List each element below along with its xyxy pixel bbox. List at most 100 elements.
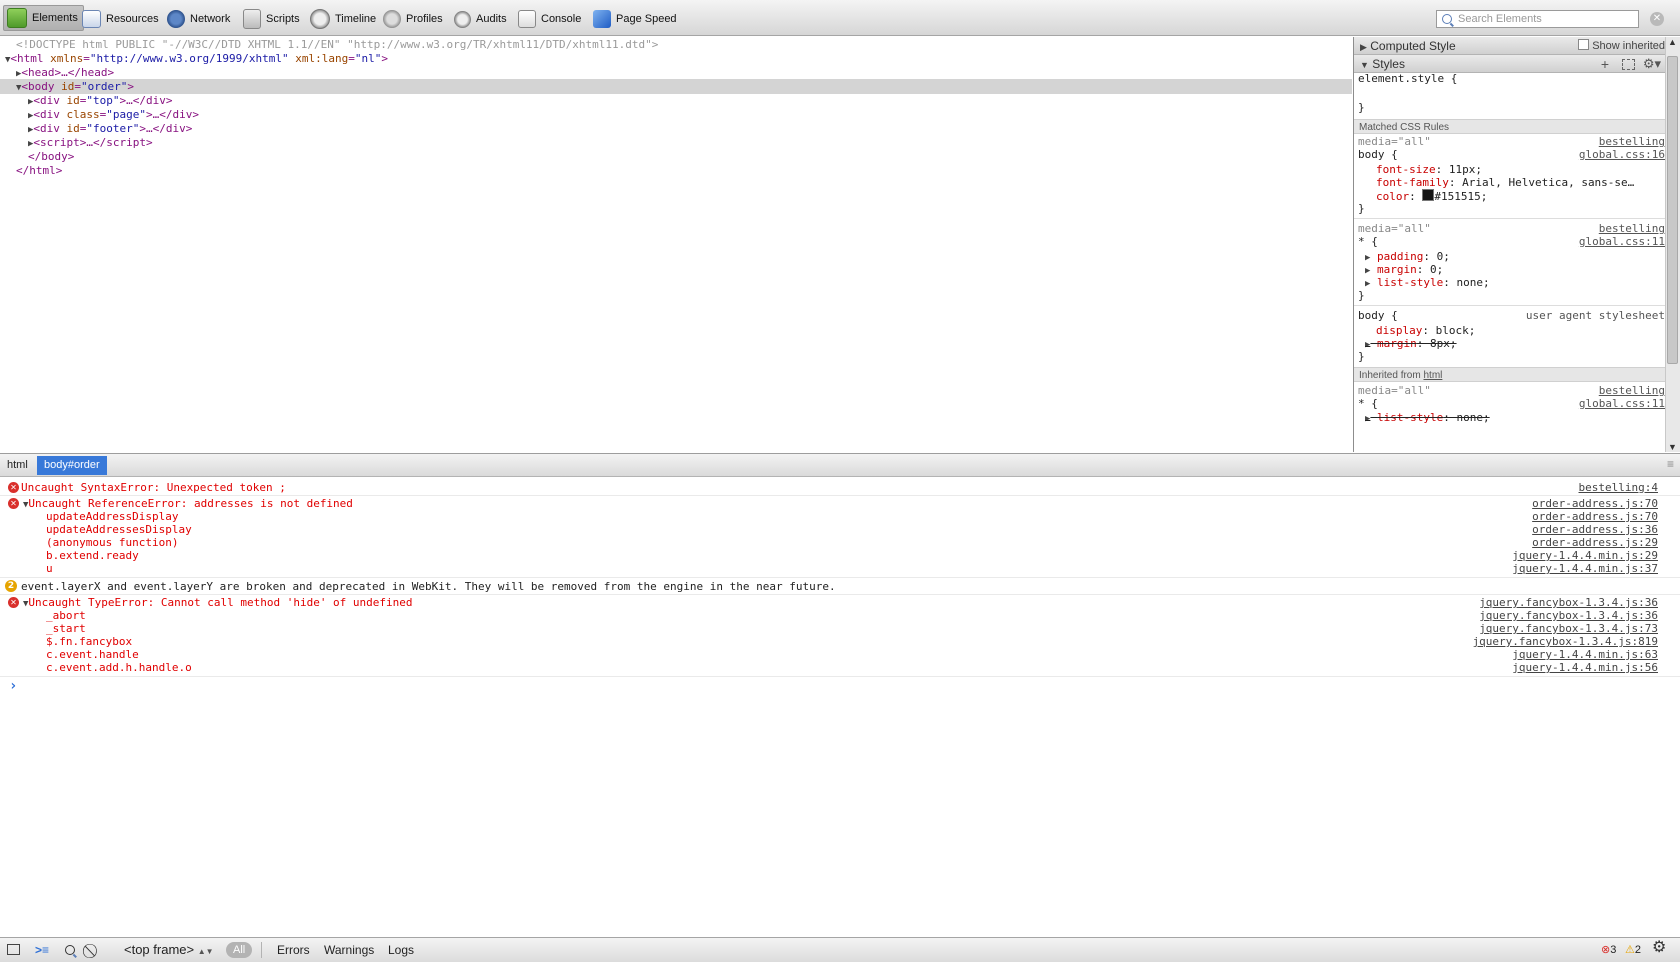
body-node[interactable]: ▼<body id="order"> (0, 79, 1352, 94)
tree-child-script[interactable]: ▶<script>…</script> (28, 135, 153, 150)
tab-audits[interactable]: Audits (454, 6, 507, 32)
tab-timeline[interactable]: Timeline (310, 6, 376, 32)
scrollbar-thumb[interactable] (1667, 56, 1678, 364)
console-message[interactable]: ▼Uncaught TypeError: Cannot call method … (23, 596, 413, 609)
console-input[interactable] (24, 680, 1664, 696)
rule-selector[interactable]: * { (1358, 235, 1378, 249)
frame-select[interactable]: <top frame> ▲▼ (124, 942, 214, 958)
doctype-node[interactable]: <!DOCTYPE html PUBLIC "-//W3C//DTD XHTML… (16, 37, 658, 52)
tree-child-div-page[interactable]: ▶<div class="page">…</div> (28, 107, 199, 122)
css-property[interactable]: display: block; (1376, 324, 1475, 338)
element-state-icon[interactable] (1622, 59, 1635, 70)
computed-style-header[interactable]: ▶ Computed Style Show inherited (1354, 37, 1667, 55)
warning-count-badge[interactable]: ⚠2 (1625, 942, 1641, 958)
head-node[interactable]: ▶<head>…</head> (16, 65, 114, 80)
error-icon: ✕ (8, 482, 19, 493)
error-icon: ⊗ (1601, 944, 1611, 956)
source-link[interactable]: jquery.fancybox-1.3.4.js:36 (1479, 596, 1658, 609)
gear-icon[interactable]: ⚙▾ (1643, 55, 1661, 73)
rule-selector[interactable]: * { (1358, 397, 1378, 411)
collapsed-triangle-icon[interactable]: ▶ (1365, 253, 1370, 263)
element-style-close: } (1358, 101, 1365, 114)
source-link[interactable]: order-address.js:36 (1532, 523, 1658, 536)
resources-icon (82, 10, 101, 28)
inherited-link[interactable]: html (1423, 370, 1442, 381)
filter-warnings-button[interactable]: Warnings (324, 942, 374, 958)
collapsed-triangle-icon[interactable]: ▶ (1365, 279, 1370, 289)
css-property[interactable]: font-family: Arial, Helvetica, sans-se… (1376, 176, 1634, 190)
source-link[interactable]: order-address.js:70 (1532, 497, 1658, 510)
close-icon[interactable]: ✕ (1650, 12, 1664, 26)
source-link[interactable]: jquery-1.4.4.min.js:63 (1512, 648, 1658, 661)
css-property-overridden[interactable]: ▶ list-style: none; (1365, 411, 1490, 423)
tree-child-div-footer[interactable]: ▶<div id="footer">…</div> (28, 121, 192, 136)
dock-icon[interactable] (7, 942, 21, 958)
element-style-selector[interactable]: element.style { (1358, 72, 1457, 86)
panel-toolbar: Elements Resources Network Scripts Timel… (0, 0, 1680, 36)
show-inherited-toggle[interactable]: Show inherited (1578, 37, 1665, 55)
filter-logs-button[interactable]: Logs (388, 942, 414, 958)
search-input[interactable] (1456, 12, 1638, 26)
rule-selector[interactable]: body { (1358, 148, 1398, 162)
checkbox[interactable] (1578, 39, 1590, 50)
styles-header[interactable]: ▼ Styles + ⚙▾ (1354, 55, 1667, 73)
settings-gear-icon[interactable]: ⚙ (1652, 940, 1666, 956)
css-property[interactable]: color: #151515; (1376, 189, 1487, 203)
rule-origin-link[interactable]: bestelling (1599, 222, 1665, 236)
source-link[interactable]: order-address.js:70 (1532, 510, 1658, 523)
breadcrumb-item-html[interactable]: html (0, 456, 35, 475)
resize-handle-icon[interactable]: ≡ (1667, 457, 1674, 471)
scroll-down-icon[interactable]: ▼ (1668, 442, 1677, 452)
rule-source-link[interactable]: global.css:11 (1579, 397, 1665, 411)
add-rule-icon[interactable]: + (1601, 55, 1609, 73)
source-link[interactable]: jquery-1.4.4.min.js:29 (1512, 549, 1658, 562)
collapsed-triangle-icon: ▶ (1360, 42, 1367, 52)
source-link[interactable]: jquery.fancybox-1.3.4.js:73 (1479, 622, 1658, 635)
console-icon (518, 10, 536, 28)
rule-source-link[interactable]: global.css:11 (1579, 235, 1665, 249)
scroll-up-icon[interactable]: ▲ (1668, 37, 1677, 47)
stack-frame: u (46, 562, 53, 575)
source-link[interactable]: jquery-1.4.4.min.js:56 (1512, 661, 1658, 674)
source-link[interactable]: bestelling:4 (1579, 481, 1658, 494)
source-link[interactable]: jquery.fancybox-1.3.4.js:36 (1479, 609, 1658, 622)
tab-profiles[interactable]: Profiles (383, 6, 443, 32)
filter-all-button[interactable]: All (226, 942, 253, 958)
css-property[interactable]: ▶ margin: 0; (1365, 263, 1443, 277)
tab-network[interactable]: Network (167, 6, 230, 32)
error-count-badge[interactable]: ⊗3 (1601, 942, 1616, 958)
rule-origin-link[interactable]: bestelling (1599, 384, 1665, 398)
console-toggle-icon[interactable]: >≡ (35, 942, 49, 958)
html-close-tag[interactable]: </html> (16, 163, 62, 178)
rule-selector[interactable]: body { (1358, 309, 1398, 323)
rule-origin-link[interactable]: bestelling (1599, 135, 1665, 149)
stack-frame: _start (46, 622, 86, 635)
body-close-tag[interactable]: </body> (28, 149, 74, 164)
tab-resources[interactable]: Resources (82, 6, 159, 32)
collapsed-triangle-icon[interactable]: ▶ (1365, 266, 1370, 276)
rule-close: } (1358, 202, 1365, 215)
tab-console[interactable]: Console (518, 6, 581, 32)
tab-elements[interactable]: Elements (3, 5, 84, 31)
filter-errors-button[interactable]: Errors (277, 942, 310, 958)
css-property[interactable]: ▶ list-style: none; (1365, 276, 1490, 290)
tab-scripts[interactable]: Scripts (243, 6, 300, 32)
tree-child-div-top[interactable]: ▶<div id="top">…</div> (28, 93, 173, 108)
rule-source-link[interactable]: global.css:16 (1579, 148, 1665, 162)
css-property[interactable]: font-size: 11px; (1376, 163, 1482, 177)
collapsed-triangle-icon[interactable]: ▶ (1365, 340, 1370, 350)
source-link[interactable]: jquery.fancybox-1.3.4.js:819 (1473, 635, 1658, 648)
html-node[interactable]: ▼<html xmlns="http://www.w3.org/1999/xht… (5, 51, 388, 66)
color-swatch[interactable] (1422, 189, 1435, 201)
breadcrumb-item-body[interactable]: body#order (37, 456, 107, 475)
console-message[interactable]: ▼Uncaught ReferenceError: addresses is n… (23, 497, 353, 510)
tab-page-speed[interactable]: Page Speed (593, 6, 677, 32)
profiles-icon (383, 10, 401, 28)
source-link[interactable]: jquery-1.4.4.min.js:37 (1512, 562, 1658, 575)
css-property-overridden[interactable]: ▶ margin: 8px; (1365, 337, 1457, 351)
css-property[interactable]: ▶ padding: 0; (1365, 250, 1450, 264)
collapsed-triangle-icon[interactable]: ▶ (1365, 414, 1370, 423)
source-link[interactable]: order-address.js:29 (1532, 536, 1658, 549)
stack-frame: (anonymous function) (46, 536, 179, 549)
search-icon[interactable] (64, 942, 78, 958)
